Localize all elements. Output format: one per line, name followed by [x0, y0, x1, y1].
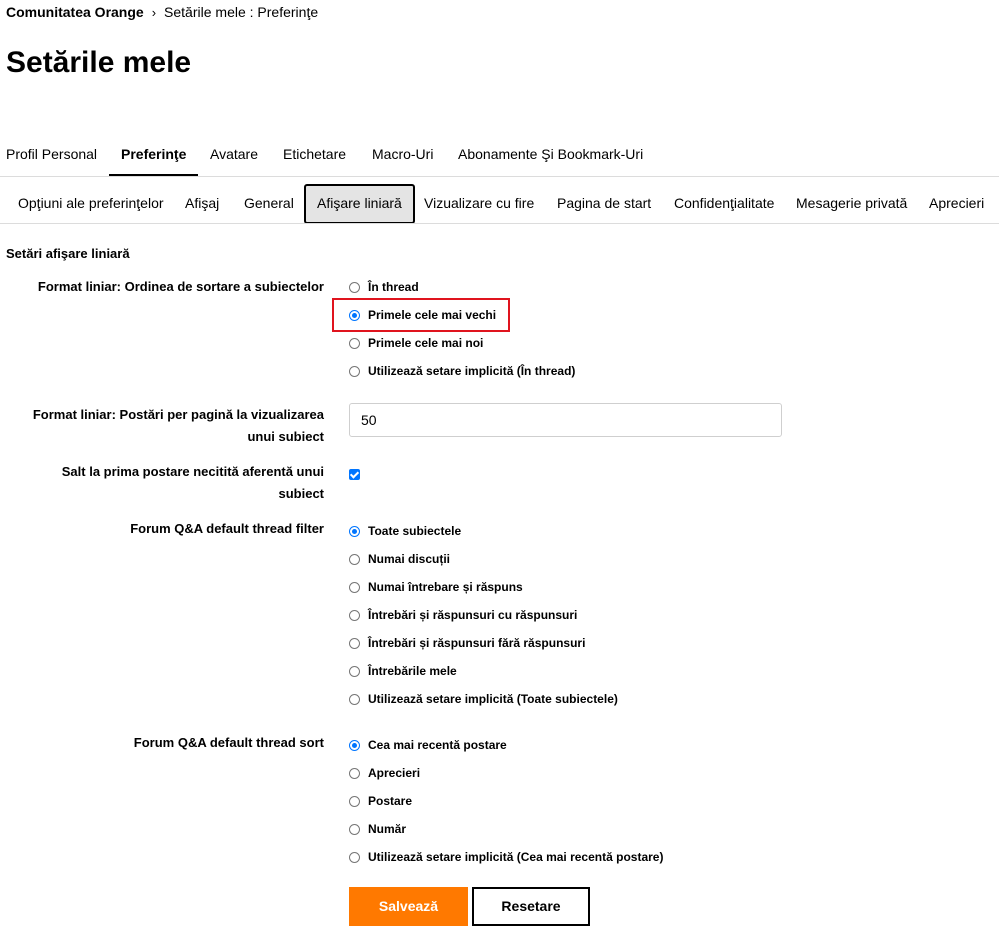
breadcrumb-separator-icon: › — [151, 4, 157, 20]
radio-icon[interactable] — [349, 337, 360, 349]
tab-etichetare[interactable]: Etichetare — [283, 134, 346, 176]
qa-sort-label: Forum Q&A default thread sort — [133, 735, 324, 750]
qa-sort-option[interactable]: Cea mai recentă postare — [349, 736, 507, 754]
tab-preferinte[interactable]: Preferinţe — [109, 134, 199, 176]
option-label: Numai întrebare și răspuns — [368, 580, 523, 594]
option-label: Toate subiectele — [368, 524, 462, 538]
radio-icon[interactable] — [349, 637, 360, 649]
sort-order-option[interactable]: În thread — [349, 278, 419, 296]
radio-icon[interactable] — [349, 693, 360, 705]
option-label: Număr — [368, 822, 407, 836]
radio-icon[interactable] — [349, 795, 360, 807]
label-line: Salt la prima postare necitită aferentă … — [61, 464, 324, 479]
radio-checked-icon[interactable] — [349, 739, 360, 751]
radio-icon[interactable] — [349, 281, 360, 293]
qa-filter-label: Forum Q&A default thread filter — [130, 521, 324, 536]
qa-sort-option[interactable]: Utilizează setare implicită (Cea mai rec… — [349, 848, 663, 866]
primary-tabs-divider — [0, 176, 999, 177]
option-label: Aprecieri — [368, 766, 421, 780]
qa-sort-option[interactable]: Aprecieri — [349, 764, 420, 782]
qa-filter-option[interactable]: Utilizează setare implicită (Toate subie… — [349, 690, 618, 708]
jump-unread-label: Salt la prima postare necitită aferentă … — [0, 461, 324, 505]
subtab-optiuni[interactable]: Opţiuni ale preferinţelor — [18, 184, 164, 224]
option-label: Întrebări și răspunsuri fără răspunsuri — [368, 636, 586, 650]
subtab-pagina-start[interactable]: Pagina de start — [557, 184, 651, 224]
reset-button[interactable]: Resetare — [472, 887, 590, 926]
posts-per-page-label: Format liniar: Postări per pagină la viz… — [0, 404, 324, 448]
radio-icon[interactable] — [349, 365, 360, 377]
highlight-box — [332, 298, 510, 332]
radio-icon[interactable] — [349, 665, 360, 677]
radio-icon[interactable] — [349, 581, 360, 593]
label-line: Format liniar: Postări per pagină la viz… — [32, 407, 324, 422]
qa-filter-option[interactable]: Întrebări și răspunsuri fără răspunsuri — [349, 634, 585, 652]
subtab-confidentialitate[interactable]: Confidenţialitate — [674, 184, 774, 224]
qa-filter-option[interactable]: Întrebări și răspunsuri cu răspunsuri — [349, 606, 577, 624]
option-label: Postare — [368, 794, 413, 808]
qa-filter-option[interactable]: Întrebările mele — [349, 662, 457, 680]
subtab-afisaj[interactable]: Afişaj — [185, 184, 219, 224]
label-line: subiect — [278, 486, 324, 501]
page-title: Setările mele — [6, 46, 192, 79]
posts-per-page-input[interactable]: 50 — [349, 403, 782, 437]
option-label: Întrebările mele — [368, 664, 457, 678]
tab-abonamente[interactable]: Abonamente Şi Bookmark-Uri — [458, 134, 643, 176]
subtab-general[interactable]: General — [244, 184, 294, 224]
tab-profil-personal[interactable]: Profil Personal — [6, 134, 97, 176]
secondary-tabs: Opţiuni ale preferinţelor Afişaj General… — [0, 184, 999, 224]
option-label: În thread — [368, 280, 419, 294]
qa-sort-option[interactable]: Număr — [349, 820, 406, 838]
breadcrumb-current: Setările mele : Preferinţe — [164, 4, 319, 20]
primary-tabs: Profil Personal Preferinţe Avatare Etich… — [0, 134, 999, 176]
breadcrumb-root-link[interactable]: Comunitatea Orange — [6, 4, 144, 20]
subtab-vizualizare-fire[interactable]: Vizualizare cu fire — [424, 184, 534, 224]
option-label: Utilizează setare implicită (Toate subie… — [368, 692, 618, 706]
subtab-afisare-liniara[interactable]: Afişare liniară — [304, 184, 415, 224]
option-label: Utilizează setare implicită (În thread) — [368, 364, 576, 378]
save-button[interactable]: Salvează — [349, 887, 468, 926]
sort-order-option[interactable]: Primele cele mai noi — [349, 334, 483, 352]
radio-icon[interactable] — [349, 553, 360, 565]
sort-order-option[interactable]: Utilizează setare implicită (În thread) — [349, 362, 575, 380]
label-line: unui subiect — [247, 429, 324, 444]
subtab-mesagerie[interactable]: Mesagerie privată — [796, 184, 907, 224]
section-title: Setări afişare liniară — [6, 246, 130, 261]
qa-sort-option[interactable]: Postare — [349, 792, 412, 810]
radio-checked-icon[interactable] — [349, 525, 360, 537]
qa-filter-option[interactable]: Toate subiectele — [349, 522, 461, 540]
tab-macro-uri[interactable]: Macro-Uri — [372, 134, 433, 176]
subtab-aprecieri[interactable]: Aprecieri — [929, 184, 984, 224]
radio-icon[interactable] — [349, 851, 360, 863]
option-label: Cea mai recentă postare — [368, 738, 507, 752]
option-label: Primele cele mai noi — [368, 336, 484, 350]
radio-icon[interactable] — [349, 823, 360, 835]
tab-avatare[interactable]: Avatare — [210, 134, 258, 176]
option-label: Numai discuții — [368, 552, 451, 566]
qa-filter-option[interactable]: Numai întrebare și răspuns — [349, 578, 523, 596]
sort-order-label: Format liniar: Ordinea de sortare a subi… — [37, 279, 324, 294]
jump-unread-checkbox[interactable] — [349, 469, 360, 480]
option-label: Întrebări și răspunsuri cu răspunsuri — [368, 608, 578, 622]
breadcrumb: Comunitatea Orange › Setările mele : Pre… — [6, 4, 318, 20]
secondary-tabs-divider — [0, 223, 999, 224]
qa-filter-option[interactable]: Numai discuții — [349, 550, 450, 568]
radio-icon[interactable] — [349, 609, 360, 621]
radio-icon[interactable] — [349, 767, 360, 779]
option-label: Utilizează setare implicită (Cea mai rec… — [368, 850, 664, 864]
